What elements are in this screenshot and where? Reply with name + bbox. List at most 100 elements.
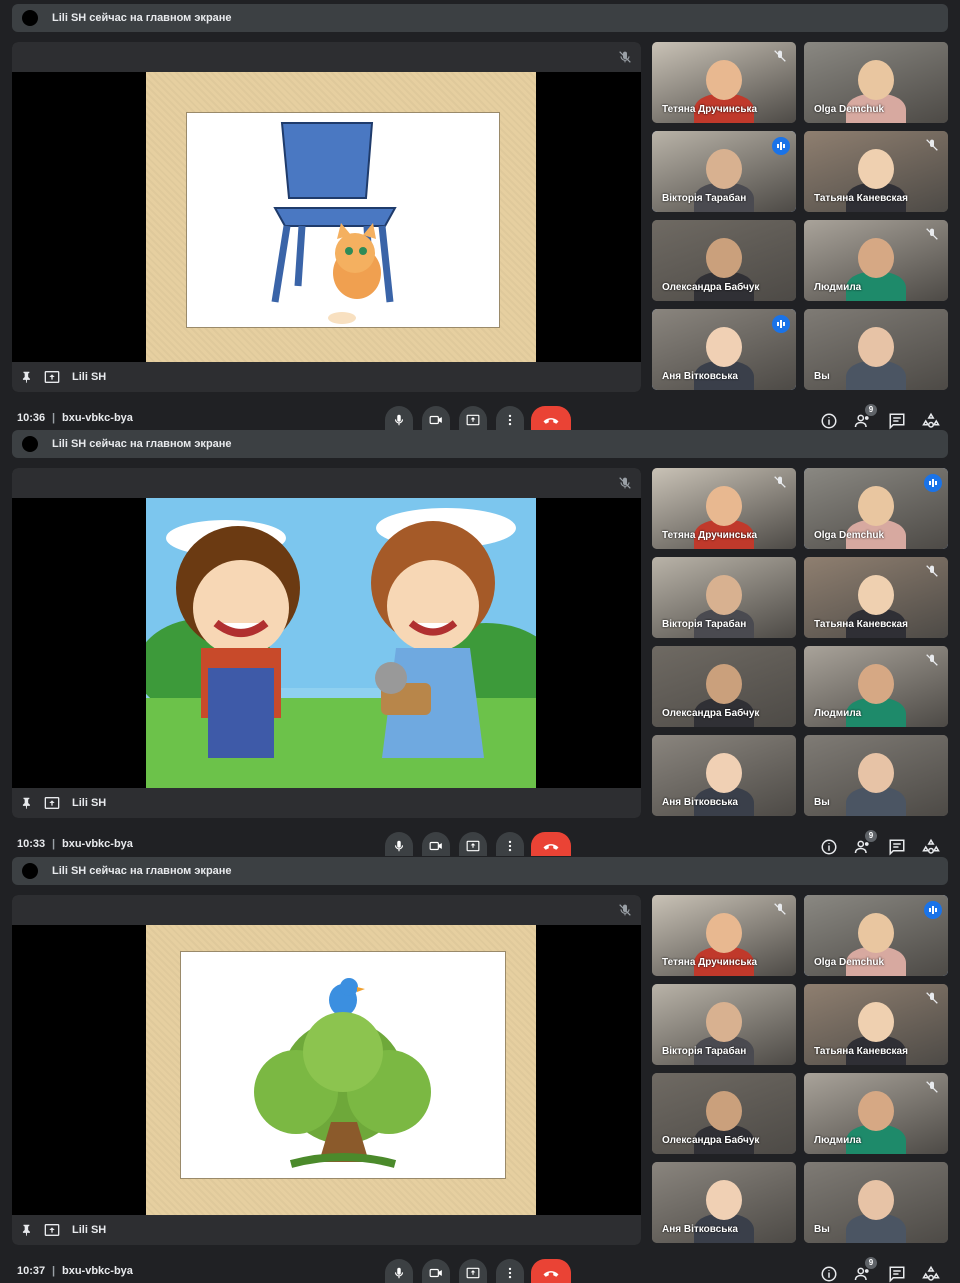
participant-tile[interactable]: Olga Demchuk	[804, 42, 948, 123]
banner-text: Lili SH сейчас на главном экране	[52, 12, 232, 24]
mic-off-icon	[619, 904, 631, 916]
camera-icon	[429, 841, 442, 851]
participant-tile[interactable]: Вікторія Тарабан	[652, 984, 796, 1065]
meeting-code: bxu-vbkc-bya	[62, 838, 133, 850]
participant-tile[interactable]: Татьяна Каневская	[804, 557, 948, 638]
participant-face	[706, 1091, 742, 1131]
mic-off-icon	[926, 139, 938, 151]
activities-icon[interactable]	[922, 1265, 940, 1283]
participant-face	[858, 753, 894, 793]
participant-tile[interactable]: Людмила	[804, 220, 948, 301]
participant-face	[706, 575, 742, 615]
participant-face	[858, 486, 894, 526]
participant-tile[interactable]: Олександра Бабчук	[652, 646, 796, 727]
shared-slide	[146, 925, 536, 1215]
participant-tile[interactable]: Олександра Бабчук	[652, 220, 796, 301]
stage-bottom-bar: Lili SH	[12, 788, 641, 818]
camera-icon	[429, 415, 442, 425]
pin-icon[interactable]	[20, 796, 34, 810]
participant-tile[interactable]: Вы	[804, 309, 948, 390]
mic-icon	[394, 414, 404, 426]
presenting-banner: Lili SH сейчас на главном экране	[12, 430, 948, 458]
participant-face	[706, 753, 742, 793]
presenter-avatar	[22, 10, 38, 26]
stage-bottom-bar: Lili SH	[12, 1215, 641, 1245]
more-options-button[interactable]	[496, 1259, 524, 1283]
participant-grid: Тетяна Дручинська Olga Demchuk Вікторія Та…	[652, 895, 948, 1245]
participant-tile[interactable]: Вы	[804, 735, 948, 816]
participant-tile[interactable]: Людмила	[804, 1073, 948, 1154]
participant-face	[858, 575, 894, 615]
participant-grid: Тетяна Дручинська Olga Demchuk Вікторія Та…	[652, 42, 948, 392]
participant-face	[858, 1180, 894, 1220]
chat-icon[interactable]	[888, 1265, 906, 1283]
stage-bottom-bar: Lili SH	[12, 362, 641, 392]
participant-face	[858, 238, 894, 278]
participant-tile[interactable]: Татьяна Каневская	[804, 131, 948, 212]
participant-face	[706, 60, 742, 100]
shared-slide	[146, 72, 536, 362]
mic-off-icon	[926, 992, 938, 1004]
participant-name: Людмила	[814, 1135, 862, 1146]
participant-name: Аня Вітковська	[662, 797, 738, 808]
participant-tile[interactable]: Вікторія Тарабан	[652, 131, 796, 212]
hangup-icon	[543, 1271, 559, 1277]
speaking-indicator-icon	[772, 315, 790, 333]
chair-cat-illustration	[271, 122, 397, 324]
participant-face	[858, 1002, 894, 1042]
participant-tile[interactable]: Людмила	[804, 646, 948, 727]
presenter-name: Lili SH	[72, 797, 107, 809]
present-screen-icon[interactable]	[44, 1223, 60, 1237]
pin-icon[interactable]	[20, 1223, 34, 1237]
participant-name: Вікторія Тарабан	[662, 619, 747, 630]
participant-tile[interactable]: Олександра Бабчук	[652, 1073, 796, 1154]
participant-name: Olga Demchuk	[814, 957, 885, 968]
meet-panel: Lili SH сейчас на главном экране Lili SH…	[0, 0, 960, 430]
participant-tile[interactable]: Аня Вітковська	[652, 1162, 796, 1243]
participant-tile[interactable]: Тетяна Дручинська	[652, 468, 796, 549]
participant-name: Тетяна Дручинська	[662, 957, 758, 968]
bottom-control-bar: 10:36 | bxu-vbkc-bya 9	[0, 404, 960, 430]
participant-tile[interactable]: Аня Вітковська	[652, 735, 796, 816]
present-screen-icon[interactable]	[44, 370, 60, 384]
present-screen-icon[interactable]	[44, 796, 60, 810]
participant-face	[706, 238, 742, 278]
participant-name: Татьяна Каневская	[814, 193, 908, 204]
stage-top-bar	[12, 895, 641, 925]
participant-tile[interactable]: Тетяна Дручинська	[652, 895, 796, 976]
speaking-indicator-icon	[924, 901, 942, 919]
info-icon[interactable]	[820, 1265, 838, 1283]
participant-tile[interactable]: Olga Demchuk	[804, 468, 948, 549]
mic-off-icon	[926, 565, 938, 577]
mic-off-icon	[926, 228, 938, 240]
participant-tile[interactable]: Татьяна Каневская	[804, 984, 948, 1065]
presenting-banner: Lili SH сейчас на главном экране	[12, 4, 948, 32]
participant-tile[interactable]: Тетяна Дручинська	[652, 42, 796, 123]
leave-call-button[interactable]	[531, 1259, 571, 1283]
meet-panel: Lili SH сейчас на главном экране Lili SH…	[0, 426, 960, 856]
participant-face	[858, 327, 894, 367]
main-stage[interactable]: Lili SH	[12, 895, 641, 1245]
main-stage[interactable]: Lili SH	[12, 468, 641, 818]
main-stage[interactable]: Lili SH	[12, 42, 641, 392]
participant-tile[interactable]: Вы	[804, 1162, 948, 1243]
presenter-avatar	[22, 436, 38, 452]
participant-tile[interactable]: Аня Вітковська	[652, 309, 796, 390]
more-vert-icon	[508, 414, 512, 426]
pin-icon[interactable]	[20, 370, 34, 384]
camera-icon	[429, 1268, 442, 1278]
participant-name: Вы	[814, 1224, 830, 1235]
participant-face	[706, 1180, 742, 1220]
camera-button[interactable]	[422, 1259, 450, 1283]
mic-off-icon	[774, 476, 786, 488]
participant-face	[858, 913, 894, 953]
present-screen-icon	[466, 1267, 480, 1279]
participant-face	[706, 913, 742, 953]
people-icon[interactable]	[854, 1265, 872, 1283]
participant-name: Olga Demchuk	[814, 104, 885, 115]
present-screen-icon	[466, 840, 480, 852]
participant-tile[interactable]: Olga Demchuk	[804, 895, 948, 976]
present-button[interactable]	[459, 1259, 487, 1283]
participant-tile[interactable]: Вікторія Тарабан	[652, 557, 796, 638]
mic-button[interactable]	[385, 1259, 413, 1283]
